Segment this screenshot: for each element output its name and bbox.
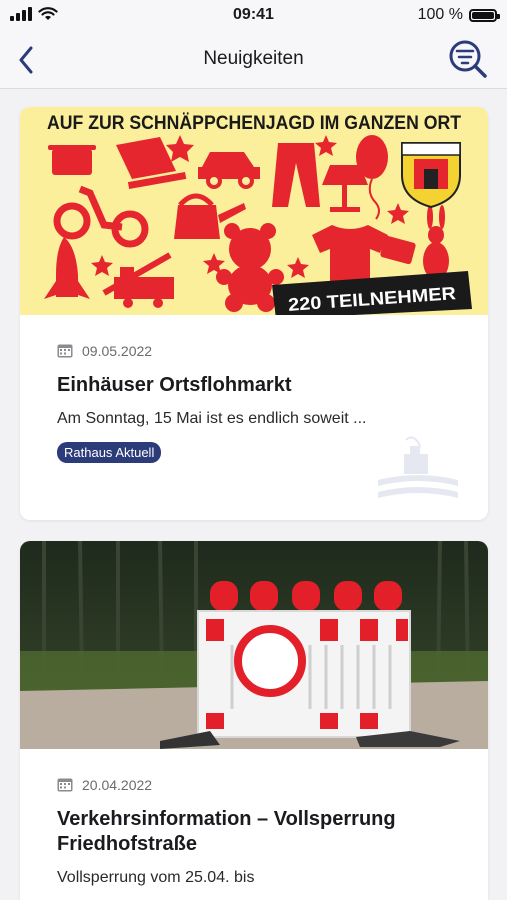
card-title: Einhäuser Ortsflohmarkt (57, 374, 292, 396)
card-body: 20.04.2022 Verkehrsinformation – Vollspe… (20, 749, 488, 887)
card-date: 20.04.2022 (82, 777, 153, 793)
card-title: Verkehrsinformation – Vollsperrung Fried… (57, 808, 396, 855)
status-right: 100 % (417, 6, 500, 24)
calendar-icon (57, 344, 73, 358)
town-watermark-icon (378, 436, 458, 498)
filter-search-icon (449, 40, 487, 78)
category-tag[interactable]: Rathaus Aktuell (57, 442, 162, 463)
flyer-image: AUF ZUR SCHNÄPPCHENJAGD IM GANZEN ORT 22… (20, 107, 488, 315)
news-card[interactable]: 20.04.2022 Verkehrsinformation – Vollspe… (20, 541, 488, 900)
battery-icon (469, 8, 500, 22)
card-date: 09.05.2022 (82, 343, 153, 359)
status-bar: 09:41 100 % (0, 0, 507, 32)
filter-button[interactable] (447, 38, 489, 80)
news-card[interactable]: AUF ZUR SCHNÄPPCHENJAGD IM GANZEN ORT 22… (20, 107, 488, 520)
road-closure-image (20, 541, 488, 749)
flyer-banner-text: AUF ZUR SCHNÄPPCHENJAGD IM GANZEN ORT (47, 113, 461, 134)
card-excerpt: Vollsperrung vom 25.04. bis (57, 869, 255, 886)
navigation-bar: Neuigkeiten (0, 32, 507, 89)
card-date-row: 09.05.2022 (57, 343, 488, 359)
calendar-icon (57, 778, 73, 792)
card-date-row: 20.04.2022 (57, 777, 488, 793)
battery-percent: 100 % (417, 6, 463, 23)
news-list: AUF ZUR SCHNÄPPCHENJAGD IM GANZEN ORT 22… (0, 89, 507, 900)
coat-of-arms-icon (401, 142, 461, 209)
flea-market-flyer-illustration: AUF ZUR SCHNÄPPCHENJAGD IM GANZEN ORT 22… (20, 107, 488, 315)
card-excerpt: Am Sonntag, 15 Mai ist es endlich soweit… (57, 410, 367, 427)
road-barrier-photo (20, 541, 488, 749)
page-title: Neuigkeiten (203, 48, 304, 69)
